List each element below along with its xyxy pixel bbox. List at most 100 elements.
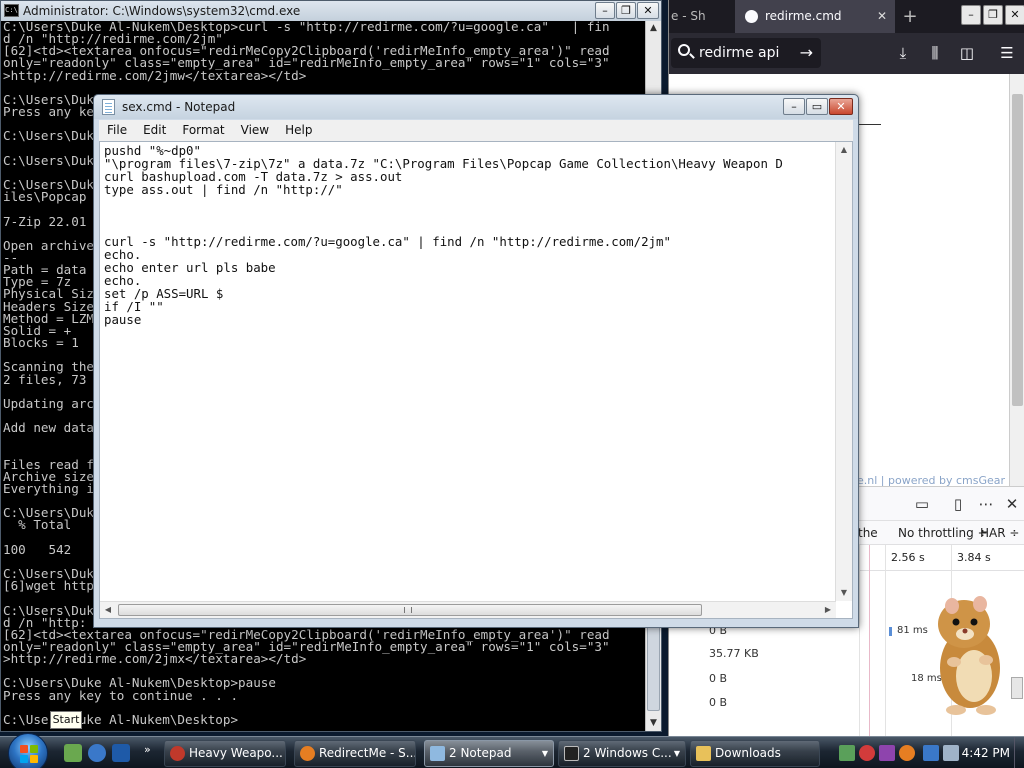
system-tray: 4:42 PM	[829, 737, 1024, 768]
notepad-window[interactable]: sex.cmd - Notepad – ▭ ✕ File Edit Format…	[93, 94, 859, 628]
tab-label: redirme.cmd	[765, 9, 842, 23]
quicklaunch-app-icon[interactable]	[64, 744, 82, 762]
dock-icon[interactable]: ▭	[911, 493, 933, 515]
page-scrollbar[interactable]	[1009, 74, 1024, 486]
notepad-hscroll-thumb[interactable]	[118, 604, 702, 616]
chevron-down-icon: ▼	[673, 749, 680, 758]
taskbar-button-redirectme[interactable]: RedirectMe - S...	[294, 740, 416, 767]
notepad-titlebar[interactable]: sex.cmd - Notepad – ▭ ✕	[94, 95, 858, 119]
har-menu[interactable]: HAR ÷	[980, 521, 1019, 545]
tray-app-icon[interactable]	[839, 745, 855, 761]
scroll-right-icon[interactable]: ▶	[820, 602, 836, 618]
grip-icon	[404, 607, 412, 613]
notepad-text[interactable]: pushd "%~dp0" "\program files\7-zip\7z" a…	[104, 144, 834, 599]
minimize-icon[interactable]: –	[961, 5, 981, 25]
chevron-down-icon: ▼	[541, 749, 548, 758]
taskbar-button-notepad[interactable]: 2 Notepad ▼	[424, 740, 554, 767]
menu-view[interactable]: View	[233, 120, 277, 141]
console-line: >http://redirme.com/2jmw</textarea></td>	[3, 67, 307, 83]
app-icon	[430, 746, 445, 761]
taskbar-button-heavy-weapon[interactable]: Heavy Weapo...	[164, 740, 286, 767]
minimize-icon[interactable]: –	[595, 2, 615, 19]
notepad-line: pause	[104, 312, 142, 327]
notepad-vertical-scrollbar[interactable]: ▲ ▼	[835, 142, 852, 601]
cmd-titlebar[interactable]: C:\ Administrator: C:\Windows\system32\c…	[1, 1, 661, 21]
taskbar-button-downloads[interactable]: Downloads	[690, 740, 820, 767]
notepad-menubar: File Edit Format View Help	[99, 120, 853, 141]
globe-icon	[745, 10, 758, 23]
taskbar-button-label: 2 Windows C...	[583, 746, 672, 760]
folder-icon	[696, 746, 711, 761]
disable-cache-label[interactable]: the	[858, 521, 878, 545]
close-icon[interactable]: ✕	[1005, 5, 1024, 25]
sidebar-icon[interactable]: ◫	[955, 41, 979, 65]
transfer-size: 0 B	[709, 696, 728, 709]
close-icon[interactable]: ✕	[637, 2, 659, 19]
app-icon	[564, 746, 579, 761]
tray-security-icon[interactable]	[879, 745, 895, 761]
menu-file[interactable]: File	[99, 120, 135, 141]
show-desktop-button[interactable]	[1014, 737, 1024, 768]
menu-edit[interactable]: Edit	[135, 120, 174, 141]
close-icon[interactable]: ✕	[829, 98, 853, 115]
scroll-left-icon[interactable]: ◀	[100, 602, 116, 618]
tray-search-icon[interactable]	[899, 745, 915, 761]
download-icon[interactable]: ⤓	[891, 41, 915, 65]
menu-format[interactable]: Format	[174, 120, 232, 141]
tray-blocked-icon[interactable]	[859, 745, 875, 761]
show-desktop-icon[interactable]	[112, 744, 130, 762]
responsive-icon[interactable]: ▯	[947, 493, 969, 515]
console-line: >http://redirme.com/2jmx</textarea></td>	[3, 651, 307, 667]
taskbar-button-label: Downloads	[715, 746, 781, 760]
network-icon[interactable]	[923, 745, 939, 761]
search-value: redirme api	[699, 45, 780, 61]
taskbar-button-cmd[interactable]: 2 Windows C... ▼	[558, 740, 686, 767]
volume-icon[interactable]	[943, 745, 959, 761]
browser-toolbar: redirme api → ⤓ ⫼ ◫ ☰	[669, 33, 1024, 74]
notepad-app-icon	[102, 99, 115, 115]
new-tab-button[interactable]: +	[895, 0, 925, 33]
app-icon	[300, 746, 315, 761]
library-icon[interactable]: ⫼	[923, 41, 947, 65]
notepad-line: type ass.out | find /n "http://"	[104, 182, 343, 197]
scroll-up-icon[interactable]: ▲	[836, 142, 852, 158]
cmd-scroll-thumb[interactable]	[647, 621, 660, 711]
timing-bar	[889, 627, 892, 636]
taskbar-button-label: RedirectMe - S...	[319, 746, 416, 760]
console-line: Press any key to continue . . .	[3, 687, 239, 703]
search-input[interactable]: redirme api →	[671, 38, 821, 68]
scroll-down-icon[interactable]: ▼	[646, 716, 661, 731]
search-icon	[678, 44, 690, 56]
close-devtools-icon[interactable]: ✕	[1001, 493, 1023, 515]
quicklaunch-overflow-icon[interactable]: »	[144, 743, 151, 756]
maximize-icon[interactable]: ▭	[806, 98, 828, 115]
start-button[interactable]	[8, 733, 48, 768]
throttling-select[interactable]: No throttling ÷	[898, 521, 988, 545]
restore-icon[interactable]: ❐	[616, 2, 636, 19]
tab-url-shortener[interactable]: e - Sh	[669, 0, 735, 33]
notepad-text-area[interactable]: pushd "%~dp0" "\program files\7-zip\7z" a…	[99, 141, 853, 619]
tab-redirme[interactable]: redirme.cmd ✕	[735, 0, 895, 33]
minimize-icon[interactable]: –	[783, 98, 805, 115]
more-options-icon[interactable]: ⋯	[975, 493, 997, 515]
notepad-horizontal-scrollbar[interactable]: ◀ ▶	[100, 601, 836, 618]
cmd-title: Administrator: C:\Windows\system32\cmd.e…	[23, 4, 301, 18]
page-scroll-thumb[interactable]	[1012, 94, 1023, 406]
start-tooltip: Start	[50, 711, 82, 729]
scroll-up-icon[interactable]: ▲	[646, 21, 661, 36]
app-icon	[170, 746, 185, 761]
restore-icon[interactable]: ❐	[983, 5, 1003, 25]
system-clock[interactable]: 4:42 PM	[962, 737, 1010, 768]
go-arrow-icon[interactable]: →	[800, 38, 813, 68]
hamster-mascot-icon[interactable]	[930, 590, 1008, 718]
close-tab-icon[interactable]: ✕	[877, 0, 887, 33]
desktop: C:\ Administrator: C:\Windows\system32\c…	[0, 0, 1024, 768]
devtools-scrollbar[interactable]	[1011, 677, 1023, 699]
menu-help[interactable]: Help	[277, 120, 320, 141]
quicklaunch-browser-icon[interactable]	[88, 744, 106, 762]
notepad-line: set /p ASS=URL $	[104, 286, 224, 301]
scroll-down-icon[interactable]: ▼	[836, 585, 852, 601]
tab-label: e - Sh	[671, 9, 706, 23]
menu-icon[interactable]: ☰	[995, 41, 1019, 65]
notepad-line	[104, 196, 834, 209]
